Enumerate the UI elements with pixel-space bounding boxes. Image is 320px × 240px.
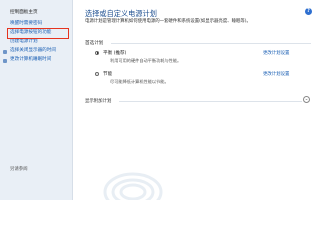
plan-name: 平衡 (推荐): [103, 51, 127, 56]
change-plan-settings-link[interactable]: 更改计划设置: [263, 71, 289, 77]
sidebar-item-label: 更改计算机睡眠时间: [10, 57, 52, 63]
page-title: 选择或自定义电源计划: [85, 9, 157, 18]
sidebar-item-require-password[interactable]: 唤醒时需要密码: [10, 20, 68, 29]
shield-icon: [3, 49, 7, 54]
radio-power-saver[interactable]: [95, 71, 99, 76]
control-panel-home-link[interactable]: 控制面板主页: [10, 9, 38, 15]
main-panel: ? 选择或自定义电源计划 电源计划是管理计算机如何使用电源的一套硬件和系统设置(…: [73, 0, 320, 200]
sidebar-item-label: 选择关闭显示器的时间: [10, 48, 56, 54]
help-icon[interactable]: ?: [305, 8, 312, 15]
background-swirl: [103, 172, 163, 200]
sidebar-item-label: 选择电源按钮的功能: [10, 30, 52, 36]
sidebar-item-label: 创建电源计划: [10, 39, 38, 45]
sidebar-item-display-off-time[interactable]: 选择关闭显示器的时间: [3, 47, 68, 56]
plan-description: 尽可能降低计算机性能以节能。: [110, 79, 169, 84]
see-also-heading: 另请参阅: [10, 167, 28, 172]
sidebar-item-create-power-plan[interactable]: 创建电源计划: [10, 38, 68, 47]
divider: [111, 42, 311, 44]
shield-icon: [3, 58, 7, 63]
radio-balanced[interactable]: [95, 50, 99, 55]
sidebar-links: 唤醒时需要密码 选择电源按钮的功能 创建电源计划 选择关闭显示器的时间 更改计算…: [3, 20, 69, 65]
sidebar-item-label: 唤醒时需要密码: [10, 21, 43, 27]
sidebar-item-sleep-time[interactable]: 更改计算机睡眠时间: [3, 56, 68, 65]
sidebar-item-power-button-function[interactable]: 选择电源按钮的功能: [7, 28, 69, 39]
sidebar: 控制面板主页 唤醒时需要密码 选择电源按钮的功能 创建电源计划 选择关闭显示器的…: [0, 0, 73, 200]
preferred-plans-label: 首选计划: [85, 41, 104, 46]
page-description: 电源计划是管理计算机如何使用电源的一套硬件和系统设置(如显示器亮度、睡眠等)。: [85, 19, 251, 24]
plan-description: 利用可用的硬件自动平衡功耗与性能。: [110, 58, 182, 63]
change-plan-settings-link[interactable]: 更改计划设置: [263, 50, 289, 56]
divider: [119, 100, 302, 102]
chevron-down-icon[interactable]: ⌄: [303, 96, 310, 103]
plan-name: 节能: [103, 72, 113, 77]
show-additional-plans[interactable]: 显示附加计划: [85, 98, 111, 104]
